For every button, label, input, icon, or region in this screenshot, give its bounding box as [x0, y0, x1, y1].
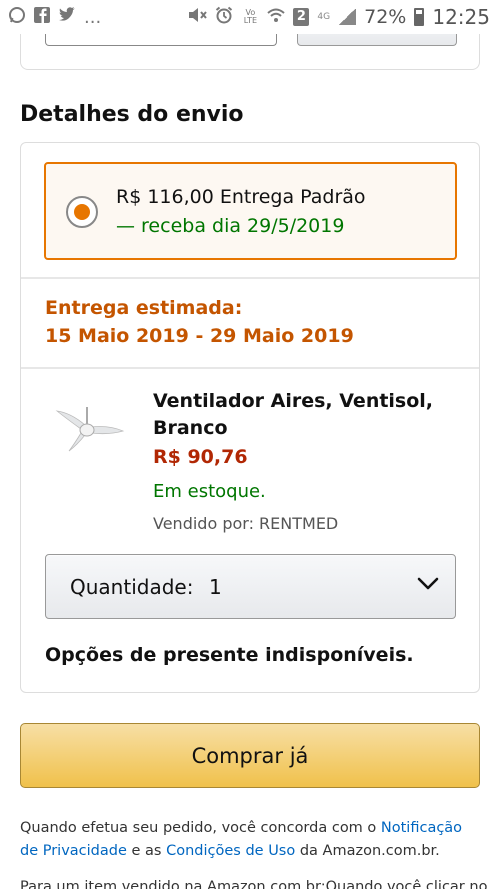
- battery-icon: [414, 8, 425, 26]
- signal-icon: [338, 9, 357, 25]
- ceiling-fan-icon[interactable]: [51, 405, 127, 455]
- legal-text-after: da Amazon.com.br.: [295, 843, 440, 859]
- battery-percent: 72%: [364, 6, 407, 28]
- mute-icon: [187, 7, 208, 27]
- shipping-option-price: R$ 116,00 Entrega Padrão: [116, 186, 366, 208]
- status-more: ...: [84, 6, 102, 28]
- product-seller: Vendido por: RENTMED: [153, 514, 339, 533]
- status-bar-left: ...: [8, 6, 101, 28]
- quantity-value: 1: [209, 575, 222, 599]
- sim2-icon: 2: [293, 8, 310, 26]
- legal-notice: Quando efetua seu pedido, você concorda …: [20, 817, 480, 863]
- divider: [21, 367, 479, 369]
- legal-notice-second: Para um item vendido na Amazon.com.br:Qu…: [20, 879, 488, 889]
- 4g-icon: 4G: [317, 12, 331, 22]
- shipping-details-card: R$ 116,00 Entrega Padrão — receba dia 29…: [20, 142, 480, 693]
- quantity-select[interactable]: Quantidade: 1: [45, 554, 456, 619]
- legal-text-before: Quando efetua seu pedido, você concorda …: [20, 820, 381, 836]
- delivery-estimate-range: 15 Maio 2019 - 29 Maio 2019: [45, 325, 354, 347]
- product-price: R$ 90,76: [153, 446, 248, 468]
- twitter-icon: [58, 7, 76, 27]
- legal-text-mid: e as: [126, 843, 167, 859]
- product-stock-status: Em estoque.: [153, 481, 266, 502]
- quantity-label: Quantidade:: [70, 575, 194, 599]
- status-time: 12:25: [432, 5, 490, 29]
- whatsapp-icon: [8, 6, 26, 28]
- status-bar-right: Vo LTE 2 4G 72% 12:25: [187, 5, 490, 29]
- status-bar: ... Vo LTE 2 4G 72% 12:25: [0, 0, 500, 34]
- alarm-icon: [215, 6, 233, 28]
- product-title[interactable]: Ventilador Aires, Ventisol, Branco: [153, 388, 453, 442]
- volte-icon: Vo LTE: [243, 8, 258, 25]
- previous-input-field[interactable]: [45, 34, 277, 46]
- checkout-page: Detalhes do envio R$ 116,00 Entrega Padr…: [0, 34, 500, 889]
- shipping-section-title: Detalhes do envio: [20, 102, 244, 127]
- shipping-option-date: — receba dia 29/5/2019: [116, 215, 345, 237]
- shipping-option-standard[interactable]: R$ 116,00 Entrega Padrão — receba dia 29…: [44, 162, 457, 260]
- chevron-down-icon: [417, 577, 439, 590]
- divider: [21, 277, 479, 279]
- buy-now-button[interactable]: Comprar já: [20, 723, 480, 788]
- wifi-icon: [267, 7, 286, 27]
- facebook-icon: [34, 7, 50, 27]
- previous-action-button[interactable]: [297, 34, 457, 46]
- previous-section-card: [20, 34, 480, 70]
- delivery-estimate-label: Entrega estimada:: [45, 297, 243, 319]
- terms-of-use-link[interactable]: Condições de Uso: [166, 843, 295, 859]
- shipping-option-radio[interactable]: [66, 196, 98, 228]
- gift-options-note: Opções de presente indisponíveis.: [45, 644, 414, 666]
